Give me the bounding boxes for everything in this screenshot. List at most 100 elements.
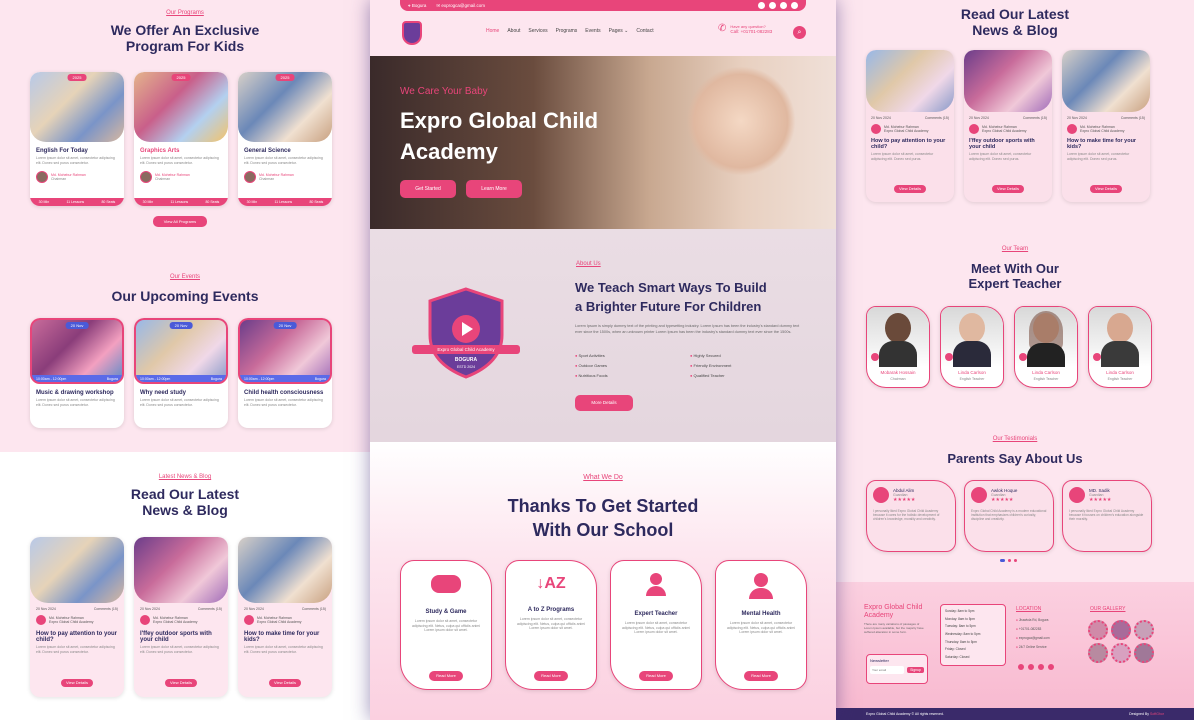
- gallery-thumb[interactable]: [1134, 643, 1154, 663]
- nav-contact[interactable]: Contact: [636, 28, 653, 34]
- blog-comments[interactable]: Comments (15): [198, 607, 222, 611]
- blog-card[interactable]: 20 Nov 2024 Comments (15) Md. Mohebur Rah…: [238, 537, 332, 697]
- teacher-card[interactable]: Linda Carlson English Teacher: [1014, 306, 1078, 388]
- blog-card[interactable]: 20 Nov 2024 Comments (15) Md. Mohebur Rah…: [134, 537, 228, 697]
- instagram-icon[interactable]: [780, 2, 787, 9]
- nav-events[interactable]: Events: [585, 28, 600, 34]
- nav-programs[interactable]: Programs: [556, 28, 578, 34]
- service-card[interactable]: Mental Health Lorem ipsum dolor sit amet…: [715, 560, 807, 690]
- gallery-thumb[interactable]: [1111, 643, 1131, 663]
- read-more-button[interactable]: Read More: [534, 671, 568, 681]
- blog-comments[interactable]: Comments (15): [1023, 116, 1047, 120]
- linkedin-icon[interactable]: [791, 2, 798, 9]
- view-details-button[interactable]: View Details: [165, 679, 197, 687]
- blog-title[interactable]: I'ffey outdoor sports with your child: [969, 138, 1047, 150]
- blog-card[interactable]: 20 Nov 2024 Comments (15) Md. Mohebur Rah…: [1062, 50, 1150, 202]
- learn-more-button[interactable]: Learn More: [466, 180, 522, 198]
- newsletter-form: Signup: [870, 666, 924, 674]
- blog-text: Lorem ipsum dolor sit amet, consectetur …: [969, 152, 1032, 161]
- blog-card[interactable]: 20 Nov 2024 Comments (15) Md. Mohebur Rah…: [866, 50, 954, 202]
- share-icon[interactable]: [871, 353, 879, 361]
- newsletter-email-input[interactable]: [870, 666, 904, 674]
- gallery-thumb[interactable]: [1088, 643, 1108, 663]
- view-details-button[interactable]: View Details: [269, 679, 301, 687]
- program-card[interactable]: 2025 English For Today Lorem ipsum dolor…: [30, 72, 124, 206]
- instagram-icon[interactable]: [1038, 664, 1044, 670]
- gallery-thumb[interactable]: [1088, 620, 1108, 640]
- facebook-icon[interactable]: [1018, 664, 1024, 670]
- blog-title[interactable]: How to make time for your kids?: [244, 631, 326, 643]
- event-title[interactable]: Why need study: [140, 390, 222, 396]
- teacher-card[interactable]: Linda Carlson English Teacher: [1088, 306, 1152, 388]
- linkedin-icon[interactable]: [1048, 664, 1054, 670]
- blog-comments[interactable]: Comments (15): [925, 116, 949, 120]
- location-row: ● +01701-082283: [1016, 625, 1050, 634]
- blog-comments[interactable]: Comments (15): [302, 607, 326, 611]
- facebook-icon[interactable]: [758, 2, 765, 9]
- meta-seats: 80 Seats: [205, 200, 220, 204]
- event-title[interactable]: Child health consciousness: [244, 390, 326, 396]
- logo-avatar: [36, 615, 46, 625]
- email-text[interactable]: exprogca@gmail.com: [441, 3, 485, 8]
- program-title[interactable]: Graphics Arts: [140, 148, 222, 154]
- nav-about[interactable]: About: [507, 28, 520, 34]
- search-icon[interactable]: ⌕: [793, 26, 806, 39]
- hero-title-line2: Academy: [400, 138, 498, 164]
- phone-text[interactable]: +01701-082283: [1019, 627, 1041, 631]
- designer-link[interactable]: SoftGhor: [1150, 712, 1164, 716]
- blog-title[interactable]: How to make time for your kids?: [1067, 138, 1145, 150]
- blog-title[interactable]: How to pay attention to your child?: [871, 138, 949, 150]
- blog-card[interactable]: 20 Nov 2024 Comments (15) Md. Mohebur Rah…: [964, 50, 1052, 202]
- blog-title[interactable]: I'ffey outdoor sports with your child: [140, 631, 222, 643]
- event-card[interactable]: 20 Nov 10:00am - 12:00pm Bogura Child heal…: [238, 318, 332, 428]
- service-card[interactable]: Study & Game Lorem ipsum dolor sit amet,…: [400, 560, 492, 690]
- view-details-button[interactable]: View Details: [894, 185, 926, 193]
- nav-pages[interactable]: Pages ⌄: [609, 28, 629, 34]
- blog-card[interactable]: 20 Nov 2024 Comments (15) Md. Mohebur Rah…: [30, 537, 124, 697]
- nav-home[interactable]: Home: [486, 28, 499, 34]
- program-title[interactable]: English For Today: [36, 148, 118, 154]
- service-card[interactable]: Expert Teacher Lorem ipsum dolor sit ame…: [610, 560, 702, 690]
- phone-number[interactable]: Call: +01701-082283: [730, 29, 772, 34]
- team-eyebrow: Our Team: [1001, 246, 1029, 252]
- blog-comments[interactable]: Comments (15): [1121, 116, 1145, 120]
- program-title[interactable]: General Science: [244, 148, 326, 154]
- news-title-line2: News & Blog: [142, 502, 228, 519]
- carousel-dot-active[interactable]: [1000, 559, 1005, 562]
- event-card[interactable]: 20 Nov 10:00am - 12:00pm Bogura Music & dr…: [30, 318, 124, 428]
- email-info[interactable]: ✉ exprogca@gmail.com: [436, 3, 485, 9]
- view-details-button[interactable]: View Details: [992, 185, 1024, 193]
- program-card[interactable]: 2025 General Science Lorem ipsum dolor s…: [238, 72, 332, 206]
- view-details-button[interactable]: View Details: [61, 679, 93, 687]
- more-details-button[interactable]: More Details: [575, 395, 633, 411]
- read-more-button[interactable]: Read More: [744, 671, 778, 681]
- service-card[interactable]: ↓AZ A to Z Programs Lorem ipsum dolor si…: [505, 560, 597, 690]
- carousel-dot[interactable]: [1008, 559, 1011, 562]
- read-more-button[interactable]: Read More: [429, 671, 463, 681]
- get-started-button[interactable]: Get Started: [400, 180, 456, 198]
- share-icon[interactable]: [1093, 353, 1101, 361]
- event-card[interactable]: 20 Nov 10:00am - 12:00pm Bogura Why need s…: [134, 318, 228, 428]
- read-more-button[interactable]: Read More: [639, 671, 673, 681]
- blog-title[interactable]: How to pay attention to your child?: [36, 631, 118, 643]
- view-all-programs-button[interactable]: View All Programs: [153, 216, 207, 227]
- program-card[interactable]: 2025 Graphics Arts Lorem ipsum dolor sit…: [134, 72, 228, 206]
- carousel-dot[interactable]: [1014, 559, 1017, 562]
- gallery-thumb[interactable]: [1111, 620, 1131, 640]
- blog-comments[interactable]: Comments (15): [94, 607, 118, 611]
- view-details-button[interactable]: View Details: [1090, 185, 1122, 193]
- logo-icon[interactable]: [402, 21, 422, 45]
- twitter-icon[interactable]: [1028, 664, 1034, 670]
- email-text[interactable]: exprogca@gmail.com: [1019, 636, 1050, 640]
- phone-icon: ●: [1016, 626, 1018, 631]
- subscribe-button[interactable]: Signup: [907, 667, 924, 673]
- share-icon[interactable]: [1019, 353, 1027, 361]
- gallery-thumb[interactable]: [1134, 620, 1154, 640]
- share-icon[interactable]: [945, 353, 953, 361]
- teacher-card[interactable]: Mobarak Hossain Chairman: [866, 306, 930, 388]
- twitter-icon[interactable]: [769, 2, 776, 9]
- teacher-card[interactable]: Linda Carlson English Teacher: [940, 306, 1004, 388]
- event-title[interactable]: Music & drawing workshop: [36, 390, 118, 396]
- nav-services[interactable]: Services: [528, 28, 547, 34]
- academy-logo: Expro Global Child Academy BOGURA ESTD 2…: [412, 285, 520, 381]
